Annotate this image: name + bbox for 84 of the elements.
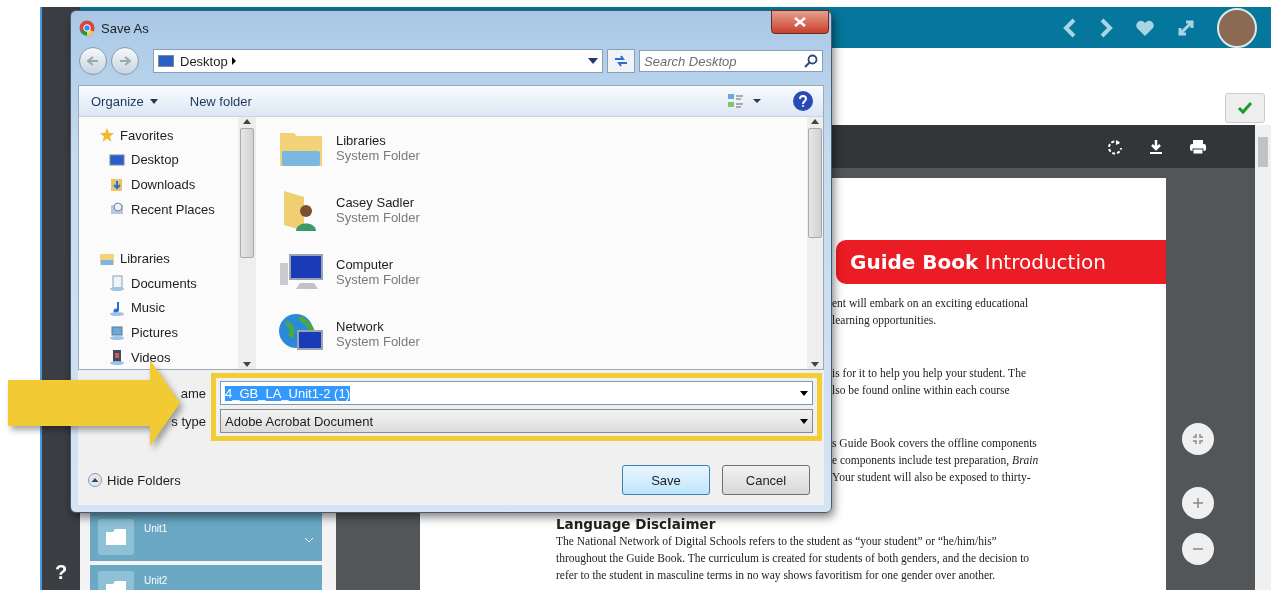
avatar[interactable] — [1217, 7, 1257, 48]
rotate-icon[interactable] — [1107, 138, 1123, 155]
arrow-icon — [8, 360, 180, 446]
field-label: ame — [180, 385, 206, 401]
toolbar-button[interactable]: Organize — [91, 93, 158, 109]
nav-item[interactable]: Pictures — [99, 320, 238, 345]
nav-item[interactable]: Documents — [99, 270, 238, 296]
scroll-thumb[interactable] — [240, 128, 254, 258]
back-icon[interactable] — [1063, 17, 1077, 38]
paragraph: is for it to help you help your student. The lso be found online within each course — [832, 366, 1027, 398]
folder-item[interactable]: Computer System Folder — [278, 241, 807, 303]
nav-group[interactable]: Favorites — [99, 123, 238, 148]
nav-item[interactable]: Recent Places — [99, 196, 238, 222]
dropdown-caret-icon[interactable] — [588, 58, 598, 64]
paragraph: The National Network of Digital Schools refers to the student as “your student” or “he/him/his” throughout the Guide Book. The curriculum is created for students of both genders, and the decision to refer to the student in masculine terms in no way shows favoritism for one gender over another. — [556, 534, 1031, 584]
close-button[interactable] — [771, 10, 829, 34]
paragraph: s Guide Book covers the offline components e components include test preparation, Brain Your student will also be exposed to thirty- — [832, 436, 1040, 486]
expand-icon[interactable] — [1177, 18, 1195, 37]
doc-icon — [109, 275, 125, 292]
video-icon — [109, 349, 125, 366]
desktop-icon — [109, 151, 125, 168]
print-icon[interactable] — [1189, 138, 1207, 155]
hide-folders-button[interactable]: Hide Folders — [88, 472, 181, 488]
scroll-down-icon[interactable] — [243, 362, 251, 367]
fit-button[interactable] — [1182, 423, 1214, 455]
fit-icon — [1192, 433, 1204, 445]
view-options-icon[interactable] — [727, 93, 761, 109]
close-icon — [794, 17, 806, 27]
plus-icon — [1192, 497, 1204, 509]
browser-logo-icon — [79, 20, 95, 36]
scroll-up-icon[interactable] — [243, 119, 251, 124]
refresh-button[interactable] — [607, 49, 635, 73]
heart-icon[interactable] — [1135, 18, 1155, 37]
scrollbar[interactable] — [807, 117, 823, 369]
folder-item[interactable]: Network System Folder — [278, 303, 807, 365]
toolbar-button[interactable]: New folder — [189, 93, 252, 109]
field-label: s type — [171, 413, 206, 429]
refresh-icon — [613, 55, 629, 67]
scrollbar[interactable] — [1255, 125, 1271, 590]
nav-item[interactable]: Downloads — [99, 172, 238, 197]
download-icon — [109, 176, 125, 193]
caret-icon — [231, 55, 238, 66]
caret-icon[interactable] — [800, 418, 808, 424]
star-icon — [99, 127, 115, 144]
nav-item[interactable]: Desktop — [99, 147, 238, 173]
folder-icon — [98, 519, 134, 555]
scroll-thumb[interactable] — [808, 128, 822, 238]
nav-item[interactable]: Videos — [99, 344, 238, 369]
help-icon[interactable] — [793, 91, 813, 111]
left-arrow-icon — [87, 56, 99, 66]
caret-icon — [149, 98, 158, 104]
dialog-button[interactable]: Cancel — [722, 465, 810, 495]
unit-label: Unit1 — [144, 523, 169, 534]
right-arrow-icon — [119, 56, 131, 66]
section-heading: Language Disclaimer — [556, 516, 717, 533]
nav-group[interactable]: Libraries — [99, 246, 238, 271]
folder-item[interactable]: Libraries System Folder — [278, 117, 807, 179]
search-icon — [804, 54, 818, 68]
scroll-thumb[interactable] — [1258, 137, 1268, 167]
confirm-button[interactable] — [1225, 93, 1265, 123]
help-glyph[interactable]: ? — [54, 561, 68, 584]
nav-item[interactable]: Music — [99, 295, 238, 321]
collapse-icon — [88, 473, 102, 487]
zoom-in-button[interactable] — [1182, 487, 1214, 519]
address-bar[interactable]: Desktop — [153, 49, 603, 73]
unit-label: Unit2 — [144, 575, 169, 586]
title-banner: Guide Book Introduction — [836, 240, 1166, 284]
paragraph: ent will embark on an exciting educational learning opportunities. — [832, 296, 1030, 329]
dialog-title: Save As — [101, 20, 149, 36]
scroll-down-icon[interactable] — [811, 362, 819, 367]
zoom-out-button[interactable] — [1182, 533, 1214, 565]
caret-icon[interactable] — [800, 390, 808, 396]
chevron-icon — [304, 537, 314, 543]
search-field[interactable]: Search Desktop — [639, 50, 823, 72]
picture-icon — [109, 324, 125, 341]
music-icon — [109, 299, 125, 316]
desktop-icon — [158, 55, 174, 67]
dialog-button[interactable]: Save — [622, 465, 710, 495]
folder-item[interactable]: Casey Sadler System Folder — [278, 179, 807, 241]
download-icon[interactable] — [1149, 138, 1163, 155]
check-icon — [1237, 101, 1253, 115]
forward-icon[interactable] — [1099, 17, 1113, 38]
file-type-dropdown[interactable]: Adobe Acrobat Document — [220, 409, 813, 433]
scrollbar[interactable] — [238, 117, 256, 369]
